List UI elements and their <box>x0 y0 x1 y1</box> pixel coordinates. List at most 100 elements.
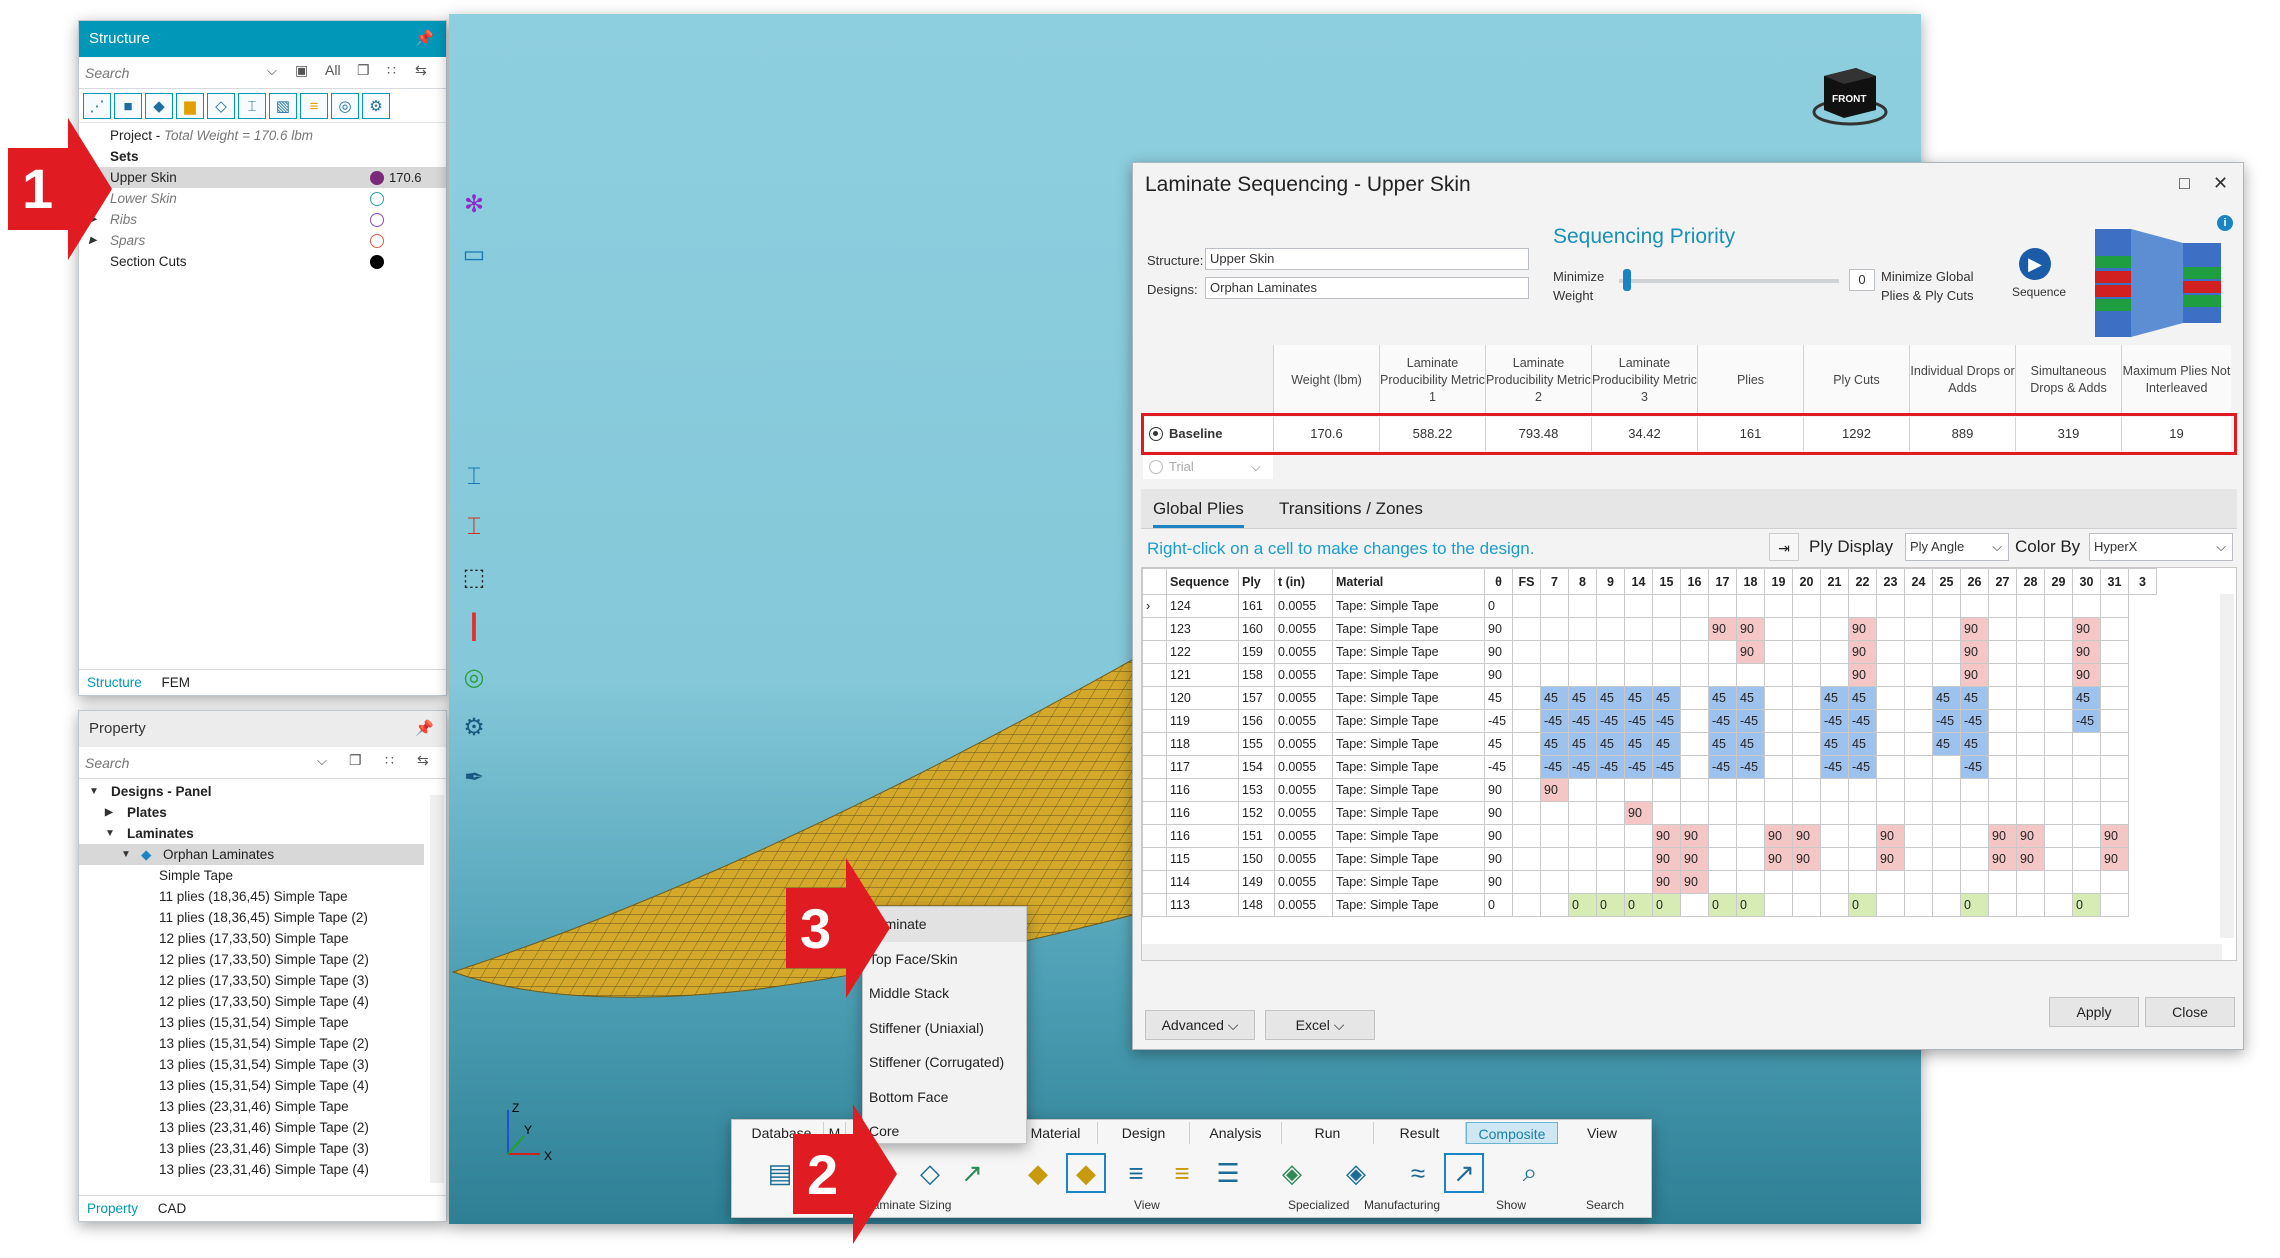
table-cell[interactable] <box>1512 663 1541 687</box>
table-cell[interactable]: 149 <box>1238 870 1275 894</box>
ply-cell[interactable] <box>1708 663 1737 687</box>
ply-cell[interactable] <box>1596 870 1625 894</box>
ply-cell[interactable] <box>2016 663 2045 687</box>
ply-cell[interactable]: -45 <box>1624 709 1653 733</box>
table-cell[interactable]: 114 <box>1166 870 1239 894</box>
ply-cell[interactable] <box>2044 594 2073 618</box>
ply-cell[interactable] <box>2044 755 2073 779</box>
ply-cell[interactable] <box>1680 617 1709 641</box>
table-cell[interactable]: 90 <box>1484 824 1513 848</box>
ply-cell[interactable] <box>2100 594 2129 618</box>
grid-header-cell[interactable]: FS <box>1512 568 1541 595</box>
ply-cell[interactable] <box>1820 778 1849 802</box>
table-row[interactable]: 117 154 0.0055 Tape: Simple Tape -45 -45 -45 -4… <box>1142 755 2157 779</box>
table-cell[interactable]: 124 <box>1166 594 1239 618</box>
box-icon[interactable]: ▧ <box>269 93 297 119</box>
table-row[interactable]: 120 157 0.0055 Tape: Simple Tape 45 45 45 45 45 4… <box>1142 686 2157 710</box>
tab-global-plies[interactable]: Global Plies <box>1153 499 1244 528</box>
ply-cell[interactable]: -45 <box>1596 755 1625 779</box>
view-cube[interactable]: FRONT <box>1810 56 1890 136</box>
ply-cell[interactable] <box>1540 640 1569 664</box>
tree-item-upper-skin[interactable]: Upper Skin 170.6 <box>79 167 446 188</box>
ply-cell[interactable] <box>1876 594 1905 618</box>
ply-cell[interactable] <box>1736 801 1765 825</box>
ply-cell[interactable] <box>1764 709 1793 733</box>
row-expand-cell[interactable] <box>1142 801 1167 825</box>
panel-icon[interactable]: ◆ <box>145 93 173 119</box>
ply-cell[interactable]: -45 <box>1820 755 1849 779</box>
ply-cell[interactable] <box>1820 870 1849 894</box>
ribs-color-dot[interactable] <box>370 213 384 227</box>
ply-cell[interactable] <box>1820 893 1849 917</box>
view-ply-selected-icon[interactable]: ◆ <box>1066 1153 1106 1193</box>
ply-cell[interactable]: -45 <box>1540 755 1569 779</box>
table-cell[interactable] <box>1512 870 1541 894</box>
table-cell[interactable]: 118 <box>1166 732 1239 756</box>
table-cell[interactable]: 90 <box>1484 801 1513 825</box>
ply-cell[interactable]: 90 <box>2072 663 2101 687</box>
table-row[interactable]: 116 153 0.0055 Tape: Simple Tape 90 90 <box>1142 778 2157 802</box>
close-button[interactable]: Close <box>2145 997 2235 1027</box>
table-cell[interactable] <box>1512 617 1541 641</box>
table-cell[interactable]: Tape: Simple Tape <box>1332 709 1485 733</box>
table-cell[interactable]: 0.0055 <box>1274 709 1333 733</box>
ply-cell[interactable] <box>1596 663 1625 687</box>
ply-cell[interactable] <box>1568 663 1597 687</box>
ply-cell[interactable]: 0 <box>1652 893 1681 917</box>
ply-cell[interactable] <box>1932 870 1961 894</box>
table-cell[interactable]: 115 <box>1166 847 1239 871</box>
grid-header-cell[interactable]: 24 <box>1904 568 1933 595</box>
tree-item-section-cuts[interactable]: Section Cuts <box>79 251 446 272</box>
table-cell[interactable]: 0.0055 <box>1274 870 1333 894</box>
ply-cell[interactable] <box>1736 778 1765 802</box>
ply-cell[interactable]: -45 <box>1932 709 1961 733</box>
list-item[interactable]: 12 plies (17,33,50) Simple Tape (4) <box>79 991 446 1012</box>
table-cell[interactable]: 0.0055 <box>1274 801 1333 825</box>
ply-cell[interactable]: 45 <box>2072 686 2101 710</box>
ply-cell[interactable] <box>2100 732 2129 756</box>
table-cell[interactable]: Tape: Simple Tape <box>1332 801 1485 825</box>
table-cell[interactable]: Tape: Simple Tape <box>1332 870 1485 894</box>
ply-cell[interactable] <box>1904 686 1933 710</box>
table-cell[interactable] <box>1512 686 1541 710</box>
tab-property[interactable]: Property <box>79 1196 146 1221</box>
table-cell[interactable]: 160 <box>1238 617 1275 641</box>
ply-cell[interactable] <box>1932 640 1961 664</box>
grid-header-cell[interactable]: Sequence <box>1166 568 1239 595</box>
table-cell[interactable]: 161 <box>1238 594 1275 618</box>
ply-cell[interactable] <box>1764 663 1793 687</box>
grid-scrollbar-h[interactable] <box>1142 944 2222 960</box>
ply-cell[interactable] <box>1792 870 1821 894</box>
ply-cell[interactable] <box>1792 709 1821 733</box>
ply-cell[interactable]: 45 <box>1932 686 1961 710</box>
ply-cell[interactable] <box>2100 870 2129 894</box>
ply-cell[interactable] <box>1652 617 1681 641</box>
list-item[interactable]: Simple Tape <box>79 865 446 886</box>
table-cell[interactable]: 45 <box>1484 686 1513 710</box>
ply-grid[interactable]: Sequence Ply t (in) Material θ FS 7 8 9 14 15 16 17 1… <box>1141 567 2237 961</box>
table-cell[interactable]: 0.0055 <box>1274 755 1333 779</box>
ply-cell[interactable] <box>1960 801 1989 825</box>
tab-fem[interactable]: FEM <box>154 670 199 695</box>
ply-cell[interactable] <box>1624 824 1653 848</box>
ply-cell[interactable]: 45 <box>1540 732 1569 756</box>
ply-cell[interactable]: 90 <box>1736 617 1765 641</box>
table-cell[interactable]: 159 <box>1238 640 1275 664</box>
ply-cell[interactable] <box>2016 893 2045 917</box>
stack-icon[interactable]: ◇ <box>910 1153 950 1193</box>
info-icon[interactable]: i <box>2217 215 2233 231</box>
ribbon-tab-composite[interactable]: Composite <box>1466 1122 1558 1144</box>
ribbon-tab-result[interactable]: Result <box>1374 1122 1466 1144</box>
table-row[interactable]: 122 159 0.0055 Tape: Simple Tape 90 90 90 90 90 <box>1142 640 2157 664</box>
table-cell[interactable]: 116 <box>1166 778 1239 802</box>
ply-cell[interactable] <box>2044 617 2073 641</box>
ply-cell[interactable]: 45 <box>1596 732 1625 756</box>
ribbon-tab-analysis[interactable]: Analysis <box>1190 1122 1282 1144</box>
ply-cell[interactable] <box>2016 686 2045 710</box>
ply-cell[interactable] <box>1932 801 1961 825</box>
maximize-icon[interactable]: □ <box>2179 173 2190 194</box>
ibeam-check-icon[interactable]: ⌶ <box>457 510 491 544</box>
ply-cell[interactable] <box>1820 663 1849 687</box>
ply-cell[interactable] <box>1568 640 1597 664</box>
show-plies-icon[interactable]: ≈ <box>1398 1153 1438 1193</box>
